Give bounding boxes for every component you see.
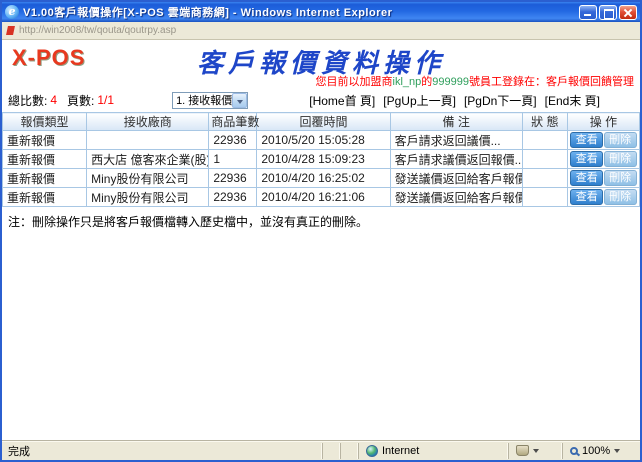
login-of: 的 bbox=[421, 76, 432, 88]
delete-note: 注：刪除操作只是將客戶報價檔轉入歷史檔中，並沒有真正的刪除。 bbox=[2, 207, 640, 236]
delete-button[interactable]: 刪除 bbox=[604, 132, 637, 148]
status-bar: 完成 Internet 100% bbox=[2, 440, 640, 460]
chevron-down-icon[interactable] bbox=[232, 93, 247, 108]
page-count-label: 頁數: bbox=[67, 92, 94, 109]
security-zone: Internet bbox=[358, 443, 508, 459]
cell-vendor: Miny股份有限公司 bbox=[87, 169, 209, 188]
col-item-count: 商品筆數 bbox=[209, 113, 257, 131]
address-url: http://win2008/tw/qouta/qoutrpy.asp bbox=[19, 25, 176, 36]
window-title: V1.00客戶報價操作[X-POS 雲端商務網] - Windows Inter… bbox=[23, 4, 579, 20]
total-count-value: 4 bbox=[50, 93, 57, 107]
quote-type-selected: 1. 接收報價 bbox=[173, 92, 232, 108]
cell-quote-type: 重新報價 bbox=[3, 131, 87, 150]
cell-vendor bbox=[87, 131, 209, 150]
delete-button[interactable]: 刪除 bbox=[604, 189, 637, 205]
zoom-control[interactable]: 100% bbox=[562, 443, 640, 459]
status-separator bbox=[322, 443, 340, 459]
cell-reply-time: 2010/4/20 16:25:02 bbox=[257, 169, 390, 188]
login-status-line: 您目前以加盟商ikl_np的999999號員工登錄在：客戶報價回饋管理 bbox=[316, 73, 634, 89]
nav-home-link[interactable]: [Home首 頁] bbox=[309, 92, 375, 109]
col-reply-time: 回覆時間 bbox=[257, 113, 390, 131]
page-header: X-POS 客戶報價資料操作 您目前以加盟商ikl_np的999999號員工登錄… bbox=[2, 40, 640, 90]
col-actions: 操 作 bbox=[567, 113, 639, 131]
cell-actions: 查看 刪除 bbox=[567, 169, 639, 188]
col-note: 備 注 bbox=[390, 113, 522, 131]
minimize-button[interactable] bbox=[579, 5, 597, 20]
cell-item-count: 1 bbox=[209, 150, 257, 169]
internet-globe-icon bbox=[366, 445, 378, 457]
chevron-down-icon[interactable] bbox=[533, 449, 539, 456]
xpos-logo: X-POS bbox=[12, 45, 85, 71]
quote-type-select[interactable]: 1. 接收報價 bbox=[172, 92, 248, 109]
cell-status bbox=[522, 169, 567, 188]
cell-item-count: 22936 bbox=[209, 188, 257, 207]
col-status: 狀 態 bbox=[522, 113, 567, 131]
nav-pgdn-link[interactable]: [PgDn下一頁] bbox=[464, 92, 537, 109]
module-name: 客戶報價回饋管理 bbox=[546, 76, 634, 88]
table-row: 重新報價 22936 2010/5/20 15:05:28 客戶請求返回議價..… bbox=[3, 131, 640, 150]
cell-status bbox=[522, 131, 567, 150]
cell-status bbox=[522, 188, 567, 207]
view-button[interactable]: 查看 bbox=[570, 189, 603, 205]
title-bar: e V1.00客戶報價操作[X-POS 雲端商務網] - Windows Int… bbox=[2, 2, 640, 22]
cell-note: 客戶請求返回議價... bbox=[390, 131, 522, 150]
zone-label: Internet bbox=[382, 445, 419, 457]
cell-vendor: 西大店 億客來企業(股)公司 bbox=[87, 150, 209, 169]
cell-status bbox=[522, 150, 567, 169]
toolbar: 總比數: 4 頁數: 1/1 1. 接收報價 [Home首 頁] [PgUp上一… bbox=[2, 90, 640, 110]
cell-note: 發送議價返回給客戶報價... bbox=[390, 169, 522, 188]
table-header-row: 報價類型 接收廠商 商品筆數 回覆時間 備 注 狀 態 操 作 bbox=[3, 113, 640, 131]
page-icon bbox=[6, 25, 15, 36]
delete-button[interactable]: 刪除 bbox=[604, 170, 637, 186]
maximize-button[interactable] bbox=[599, 5, 617, 20]
quotes-table: 報價類型 接收廠商 商品筆數 回覆時間 備 注 狀 態 操 作 重新報價 229… bbox=[2, 112, 640, 207]
view-button[interactable]: 查看 bbox=[570, 132, 603, 148]
nav-pgup-link[interactable]: [PgUp上一頁] bbox=[383, 92, 456, 109]
nav-end-link[interactable]: [End末 頁] bbox=[545, 92, 600, 109]
employee-no: 999999 bbox=[432, 76, 469, 88]
col-quote-type: 報價類型 bbox=[3, 113, 87, 131]
table-row: 重新報價 Miny股份有限公司 22936 2010/4/20 16:25:02… bbox=[3, 169, 640, 188]
table-row: 重新報價 Miny股份有限公司 22936 2010/4/20 16:21:06… bbox=[3, 188, 640, 207]
view-button[interactable]: 查看 bbox=[570, 170, 603, 186]
table-row: 重新報價 西大店 億客來企業(股)公司 1 2010/4/28 15:09:23… bbox=[3, 150, 640, 169]
status-separator bbox=[340, 443, 358, 459]
page-content: X-POS 客戶報價資料操作 您目前以加盟商ikl_np的999999號員工登錄… bbox=[2, 40, 640, 440]
col-vendor: 接收廠商 bbox=[87, 113, 209, 131]
zoom-level: 100% bbox=[582, 445, 610, 457]
delete-button[interactable]: 刪除 bbox=[604, 151, 637, 167]
address-bar[interactable]: http://win2008/tw/qouta/qoutrpy.asp bbox=[2, 22, 640, 40]
cell-reply-time: 2010/5/20 15:05:28 bbox=[257, 131, 390, 150]
cell-quote-type: 重新報價 bbox=[3, 188, 87, 207]
login-suffix: 號員工登錄在： bbox=[469, 76, 546, 88]
total-count-label: 總比數: bbox=[8, 92, 47, 109]
protected-mode-icon bbox=[516, 445, 529, 456]
view-button[interactable]: 查看 bbox=[570, 151, 603, 167]
merchant-id: ikl_np bbox=[393, 76, 422, 88]
cell-note: 發送議價返回給客戶報價... bbox=[390, 188, 522, 207]
magnifier-icon bbox=[570, 447, 578, 455]
page-count-value: 1/1 bbox=[97, 93, 114, 107]
cell-item-count: 22936 bbox=[209, 131, 257, 150]
cell-quote-type: 重新報價 bbox=[3, 150, 87, 169]
cell-note: 客戶請求議價返回報價... bbox=[390, 150, 522, 169]
cell-actions: 查看 刪除 bbox=[567, 188, 639, 207]
chevron-down-icon[interactable] bbox=[614, 449, 620, 456]
cell-reply-time: 2010/4/20 16:21:06 bbox=[257, 188, 390, 207]
cell-item-count: 22936 bbox=[209, 169, 257, 188]
cell-reply-time: 2010/4/28 15:09:23 bbox=[257, 150, 390, 169]
cell-quote-type: 重新報價 bbox=[3, 169, 87, 188]
cell-actions: 查看 刪除 bbox=[567, 131, 639, 150]
ie-window: e V1.00客戶報價操作[X-POS 雲端商務網] - Windows Int… bbox=[0, 0, 642, 462]
protected-mode-control[interactable] bbox=[508, 443, 562, 459]
cell-vendor: Miny股份有限公司 bbox=[87, 188, 209, 207]
status-text: 完成 bbox=[2, 443, 322, 459]
ie-icon: e bbox=[5, 5, 19, 19]
login-prefix: 您目前以加盟商 bbox=[316, 76, 393, 88]
close-button[interactable] bbox=[619, 5, 637, 20]
cell-actions: 查看 刪除 bbox=[567, 150, 639, 169]
pagination-links: [Home首 頁] [PgUp上一頁] [PgDn下一頁] [End末 頁] bbox=[309, 92, 600, 109]
window-controls bbox=[579, 5, 637, 20]
